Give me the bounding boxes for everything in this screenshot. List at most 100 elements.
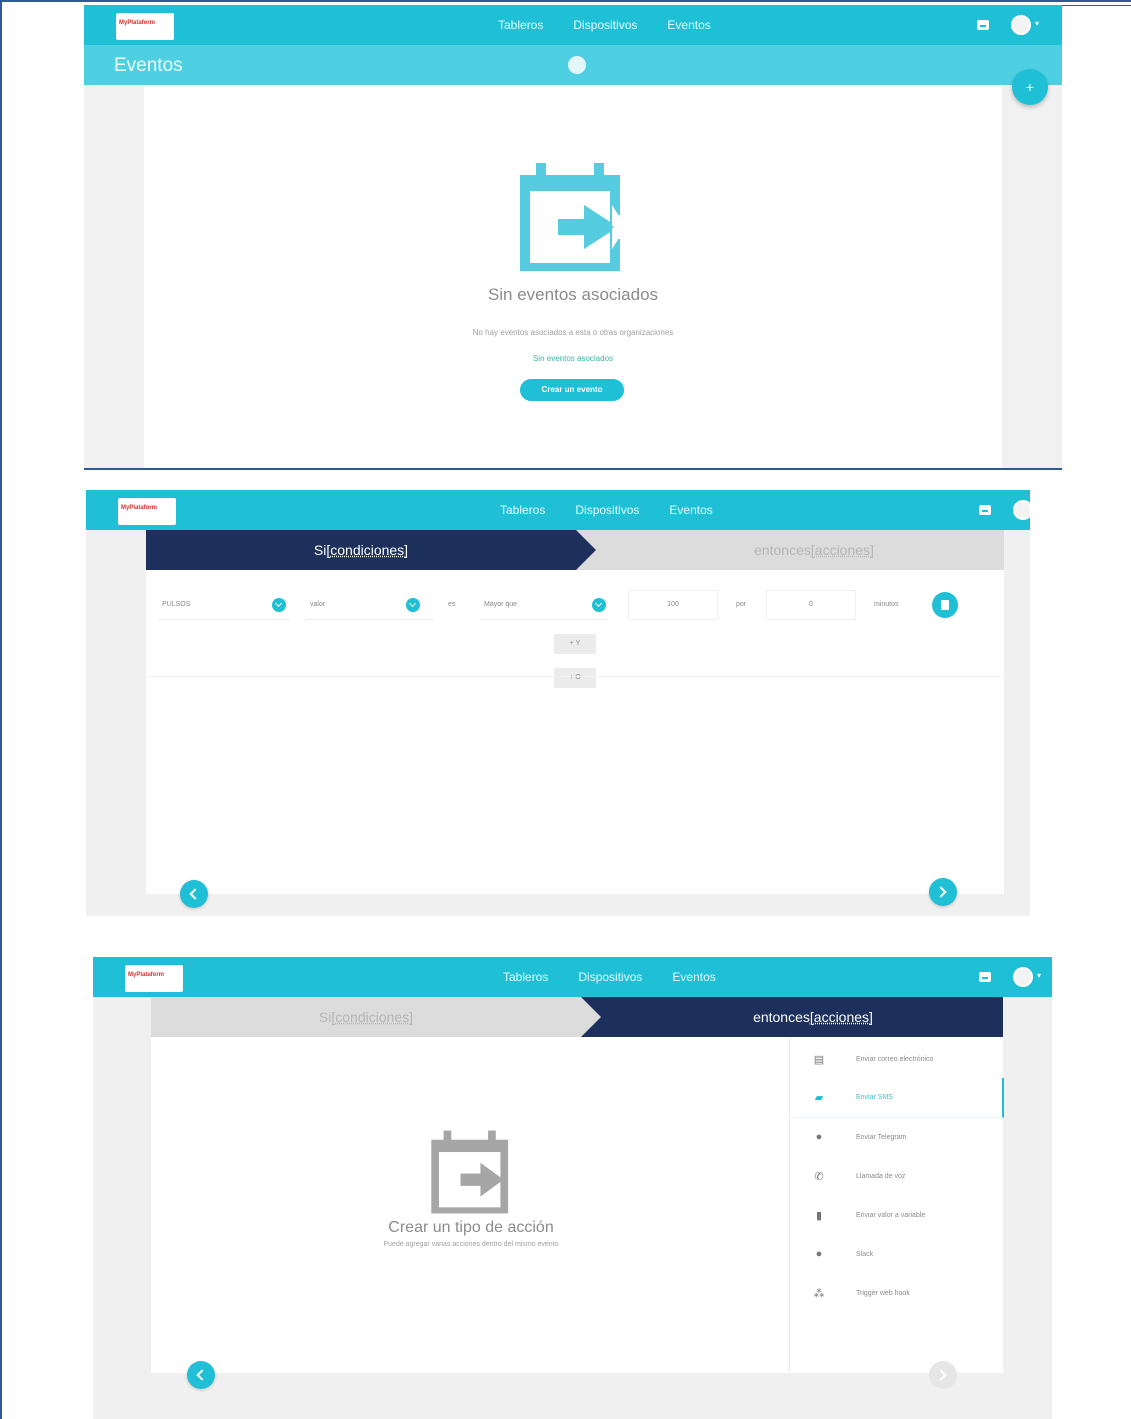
- screenshot-actions: MyPlataform Tableros Dispositivos Evento…: [93, 957, 1052, 1419]
- create-event-button[interactable]: Crear un evento: [520, 379, 624, 401]
- menu-item-label: Enviar SMS: [856, 1094, 893, 1101]
- device-select[interactable]: PULSOS: [158, 590, 290, 620]
- menu-item-set-variable[interactable]: ▮ Enviar valor a variable: [790, 1195, 1004, 1235]
- nav-dispositivos[interactable]: Dispositivos: [578, 970, 642, 984]
- nav-tableros[interactable]: Tableros: [498, 18, 543, 32]
- inbox-icon[interactable]: [977, 20, 989, 30]
- empty-state-card: Sin eventos asociados No hay eventos aso…: [144, 85, 1002, 468]
- nav-tableros[interactable]: Tableros: [503, 970, 548, 984]
- value-input[interactable]: 100: [628, 590, 718, 620]
- screenshot-events-empty: MyPlataform Tableros Dispositivos Evento…: [84, 5, 1062, 470]
- menu-item-label: Slack: [856, 1250, 874, 1258]
- action-empty-description: Puede agregar varias acciones dentro del…: [383, 1241, 559, 1248]
- logo[interactable]: MyPlataform: [116, 13, 174, 40]
- page-header: Eventos: [84, 45, 1062, 85]
- step-conditions-label: [condiciones]: [331, 1009, 414, 1025]
- screenshot-conditions: MyPlataform Tableros Dispositivos Evento…: [86, 490, 1030, 916]
- prev-step-button[interactable]: [187, 1361, 215, 1389]
- nav-links: Tableros Dispositivos Eventos: [503, 957, 716, 997]
- nav-eventos[interactable]: Eventos: [672, 970, 715, 984]
- step-actions-prefix: entonces: [754, 542, 811, 558]
- logo-text: MyPlataform: [121, 505, 158, 511]
- nav-dispositivos[interactable]: Dispositivos: [575, 503, 639, 517]
- step-actions-prefix: entonces: [753, 1009, 810, 1025]
- menu-item-label: Enviar correo electrónico: [856, 1055, 934, 1063]
- info-icon[interactable]: [568, 56, 586, 74]
- actions-card: Crear un tipo de acción Puede agregar va…: [151, 1037, 1004, 1373]
- step-conditions-prefix: Si: [313, 542, 327, 558]
- nav-right: [979, 490, 1030, 530]
- avatar[interactable]: [1013, 967, 1041, 987]
- menu-item-webhook[interactable]: ⁂ Trigger web hook: [790, 1273, 1004, 1313]
- add-and-button[interactable]: + Y: [554, 634, 596, 654]
- divider: [146, 676, 1004, 677]
- menu-item-slack[interactable]: ● Slack: [790, 1234, 1004, 1274]
- prev-step-button[interactable]: [180, 880, 208, 908]
- slack-icon: ●: [815, 1248, 823, 1260]
- nav-right: [977, 5, 1039, 45]
- logo-text: MyPlataform: [128, 972, 165, 978]
- menu-item-voice-call[interactable]: ✆ Llamada de voz: [790, 1156, 1004, 1196]
- page-title: Eventos: [114, 55, 183, 76]
- chevron-down-icon[interactable]: [592, 598, 606, 612]
- nav-dispositivos[interactable]: Dispositivos: [573, 18, 637, 32]
- inbox-icon[interactable]: [979, 505, 991, 515]
- wizard-steps: Si [condiciones] entonces [acciones]: [146, 530, 1004, 570]
- menu-item-label: Trigger web hook: [856, 1289, 910, 1297]
- add-event-button[interactable]: +: [1012, 69, 1048, 105]
- unit-label: minutos: [874, 601, 899, 608]
- webhook-icon: ⁂: [813, 1287, 825, 1300]
- nav-tableros[interactable]: Tableros: [500, 503, 545, 517]
- add-or-button[interactable]: + O: [554, 668, 596, 688]
- step-conditions-label: [condiciones]: [326, 542, 409, 558]
- duration-input[interactable]: 0: [766, 590, 856, 620]
- step-conditions[interactable]: Si [condiciones]: [146, 530, 576, 570]
- connector-por: por: [736, 601, 747, 608]
- step-actions[interactable]: entonces [acciones]: [584, 530, 1004, 570]
- menu-item-label: Llamada de voz: [856, 1172, 906, 1180]
- menu-item-email[interactable]: ▤ Enviar correo electrónico: [790, 1039, 1004, 1079]
- phone-icon: ✆: [814, 1170, 824, 1183]
- menu-item-label: Enviar valor a variable: [856, 1211, 926, 1219]
- operator-select[interactable]: Mayor que: [480, 590, 608, 620]
- nav-links: Tableros Dispositivos Eventos: [500, 490, 713, 530]
- logo-text: MyPlataform: [119, 20, 156, 26]
- delete-icon[interactable]: [932, 592, 958, 618]
- chevron-down-icon[interactable]: [406, 598, 420, 612]
- nav-eventos[interactable]: Eventos: [669, 503, 712, 517]
- logo[interactable]: MyPlataform: [125, 965, 183, 992]
- calendar-arrow-icon: [520, 163, 626, 271]
- avatar[interactable]: [1011, 15, 1039, 35]
- frame-line: [1060, 5, 1131, 6]
- print-icon: ▤: [813, 1053, 825, 1066]
- action-empty-title: Crear un tipo de acción: [388, 1219, 554, 1236]
- step-actions-label: [acciones]: [810, 542, 874, 558]
- navbar: MyPlataform Tableros Dispositivos Evento…: [84, 5, 1062, 45]
- calendar-arrow-icon: [431, 1130, 509, 1214]
- empty-title: Sin eventos asociados: [487, 285, 659, 304]
- nav-eventos[interactable]: Eventos: [667, 18, 710, 32]
- logo[interactable]: MyPlataform: [118, 498, 176, 525]
- navbar: MyPlataform Tableros Dispositivos Evento…: [86, 490, 1030, 530]
- nav-right: [979, 957, 1041, 997]
- menu-item-label: Enviar Telegram: [856, 1133, 907, 1141]
- next-step-button[interactable]: [929, 1361, 957, 1389]
- menu-item-telegram[interactable]: ● Enviar Telegram: [790, 1117, 1004, 1157]
- step-conditions[interactable]: Si [condiciones]: [151, 997, 581, 1037]
- empty-description: No hay eventos asociados a esta o otras …: [472, 328, 674, 337]
- telegram-icon: ●: [815, 1131, 823, 1143]
- empty-link[interactable]: Sin eventos asociados: [144, 354, 1002, 363]
- step-actions[interactable]: entonces [acciones]: [583, 997, 1003, 1037]
- chevron-down-icon[interactable]: [272, 598, 286, 612]
- step-conditions-prefix: Si: [318, 1009, 332, 1025]
- navbar: MyPlataform Tableros Dispositivos Evento…: [93, 957, 1052, 997]
- bar-chart-icon: ▮: [815, 1209, 823, 1222]
- action-type-menu: ▤ Enviar correo electrónico ▰ Enviar SMS…: [789, 1037, 1004, 1373]
- next-step-button[interactable]: [929, 878, 957, 906]
- menu-item-sms[interactable]: ▰ Enviar SMS: [790, 1078, 1004, 1118]
- avatar[interactable]: [1013, 500, 1030, 520]
- connector-es: es: [448, 601, 456, 608]
- inbox-icon[interactable]: [979, 972, 991, 982]
- sms-icon: ▰: [814, 1092, 824, 1104]
- step-actions-label: [acciones]: [809, 1009, 873, 1025]
